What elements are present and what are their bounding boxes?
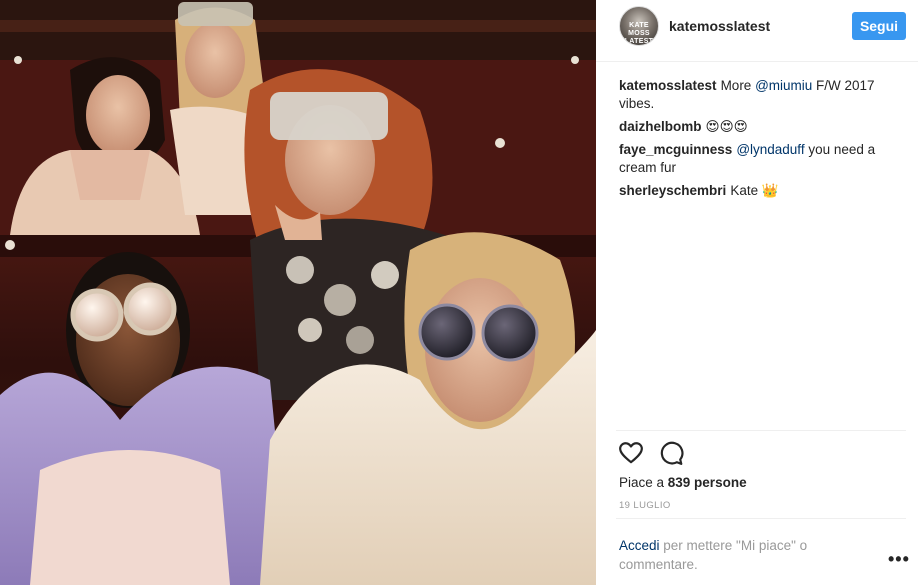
header-username[interactable]: katemosslatest <box>669 18 770 34</box>
comment-text: 😍😍😍 <box>705 119 748 134</box>
avatar-logo-text: KATE MOSS LATEST <box>624 22 654 45</box>
post-side-panel: KATE MOSS LATEST katemosslatest Segui ka… <box>596 0 918 585</box>
comment-text: More <box>720 78 756 93</box>
post-date: 19 LUGLIO <box>619 500 671 511</box>
heart-icon[interactable] <box>618 440 644 466</box>
comment-item: faye_mcguinness @lyndaduff you need a cre… <box>619 141 911 177</box>
follow-button[interactable]: Segui <box>852 12 906 40</box>
divider <box>616 518 906 519</box>
comment-username[interactable]: sherleyschembri <box>619 183 726 198</box>
comment-mention[interactable]: @lyndaduff <box>736 142 804 157</box>
comment-item: daizhelbomb 😍😍😍 <box>619 118 911 136</box>
comment-username[interactable]: faye_mcguinness <box>619 142 732 157</box>
comments-list: katemosslatest More @miumiu F/W 2017 vibe… <box>619 77 911 205</box>
divider <box>616 430 906 431</box>
post-photo-illustration <box>0 0 596 585</box>
likes-prefix: Piace a <box>619 475 668 490</box>
comment-text: Kate 👑 <box>730 183 779 198</box>
comment-item: katemosslatest More @miumiu F/W 2017 vibe… <box>619 77 911 113</box>
post-actions <box>618 440 684 470</box>
likes-count: Piace a 839 persone <box>619 475 747 490</box>
comment-username[interactable]: katemosslatest <box>619 78 717 93</box>
comment-item: sherleyschembri Kate 👑 <box>619 182 911 200</box>
post-header: KATE MOSS LATEST katemosslatest Segui <box>596 0 918 62</box>
avatar[interactable]: KATE MOSS LATEST <box>619 6 659 46</box>
login-prompt: Accedi per mettere "Mi piace" o commenta… <box>619 536 849 574</box>
likes-number[interactable]: 839 persone <box>668 475 747 490</box>
more-options-icon[interactable]: ••• <box>888 549 910 570</box>
comment-username[interactable]: daizhelbomb <box>619 119 702 134</box>
post-photo[interactable] <box>0 0 596 585</box>
login-link[interactable]: Accedi <box>619 538 660 553</box>
comment-icon[interactable] <box>658 440 684 466</box>
comment-mention[interactable]: @miumiu <box>755 78 812 93</box>
